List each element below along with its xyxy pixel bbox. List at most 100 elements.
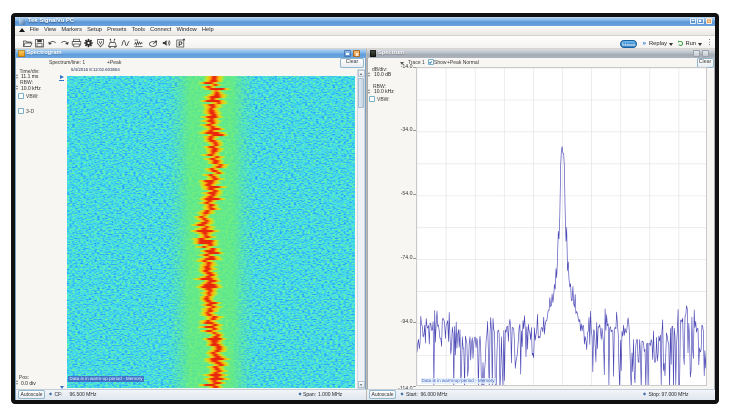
toolbar: P Tektronix » Replay Run (15, 36, 715, 49)
spectrum-autoscale-button[interactable]: Autoscale (369, 390, 396, 399)
spectrogram-window: Spectrogram Spectrum/line: 1 +Peak Clear… (15, 49, 366, 401)
spectrogram-clear-button[interactable]: Clear (340, 58, 364, 68)
spectrogram-plot[interactable]: Data is in warm-up period - Memory (67, 76, 356, 389)
sg-rbw-value[interactable]: 10.0 kHz (21, 86, 41, 92)
cf-marker-icon: ◆ (49, 392, 53, 396)
spectrogram-window-icon (18, 50, 25, 57)
audio-icon[interactable] (161, 38, 172, 48)
spectrum-maximize-button[interactable] (702, 50, 710, 57)
shield-icon[interactable] (95, 38, 106, 48)
cf-value[interactable]: 96.500 MHz (70, 392, 97, 399)
touch-icon[interactable] (148, 38, 159, 48)
spectrum-plot[interactable] (416, 67, 707, 387)
stop-label: Stop: (649, 392, 661, 399)
replay-button[interactable]: Replay (649, 40, 667, 48)
spectrogram-line-marker-icon[interactable] (60, 75, 64, 79)
threed-label: 3-D (26, 109, 34, 115)
spectrogram-autoscale-button[interactable]: Autoscale (18, 390, 45, 399)
scroll-down-icon[interactable]: ▼ (358, 381, 365, 388)
db-div-value[interactable]: 10.0 dB (374, 72, 391, 78)
y-axis-label: -54.0 (391, 191, 413, 197)
spectrogram-status-message: Data is in warm-up period - Memory (68, 376, 144, 382)
start-value[interactable]: 96.000 MHz (421, 392, 448, 399)
app-menu-icon[interactable] (19, 28, 25, 32)
spectrogram-timestamp: 5/4/2016 8:12:02.603654 (71, 67, 120, 72)
spectrum-titlebar[interactable]: Spectrum (367, 49, 715, 58)
scrollbar-thumb[interactable] (358, 78, 364, 108)
cf-label: CF: (55, 392, 63, 399)
menu-setup[interactable]: Setup (85, 26, 105, 35)
sp-rbw-value[interactable]: 10.0 kHz (374, 89, 394, 95)
span-value[interactable]: 1.000 MHz (318, 392, 342, 399)
spectrogram-detector-label: +Peak (107, 60, 121, 66)
y-axis-label: -74.0 (391, 255, 413, 261)
start-marker-icon: ◆ (401, 392, 405, 396)
sg-rbw-spinner-icon[interactable] (16, 85, 19, 90)
minimize-button[interactable] (690, 18, 697, 24)
replay-dropdown-icon[interactable] (669, 43, 673, 46)
redo-icon[interactable] (59, 38, 70, 48)
spectrogram-title: Spectrogram (27, 49, 62, 58)
spectrum-title: Spectrum (378, 49, 404, 58)
spectrum-statusbar: Autoscale ◆ Start: 96.000 MHz ◆ Stop: 97… (367, 389, 715, 400)
undo-icon[interactable] (47, 38, 58, 48)
toolbar-overflow-icon[interactable] (709, 39, 710, 40)
menu-file[interactable]: File (27, 26, 41, 35)
spectrogram-statusbar: Autoscale ◆ CF: 96.500 MHz ◆ Span: 1.000… (16, 389, 366, 400)
span-label: Span: (303, 392, 316, 399)
spectrogram-trace-info: Spectrum/line: 1 (49, 60, 85, 66)
menu-help[interactable]: Help (199, 26, 216, 35)
spectrum-window: Spectrum Trace 1 Show +Peak Normal Clear… (367, 49, 716, 401)
analyzer-icon[interactable] (107, 38, 118, 48)
close-button[interactable] (706, 18, 713, 24)
pos-value[interactable]: 0.0 div (21, 381, 36, 387)
save-icon[interactable] (34, 38, 45, 48)
run-button[interactable]: Run (686, 40, 697, 48)
spectrogram-close-button[interactable] (353, 50, 361, 57)
menubar: FileViewMarkersSetupPresetsToolsConnectW… (15, 26, 715, 36)
menu-view[interactable]: View (41, 26, 58, 35)
menu-window[interactable]: Window (174, 26, 199, 35)
screenshot-frame: Tek SignalVu PC FileViewMarkersSetupPres… (11, 13, 719, 404)
menu-items: FileViewMarkersSetupPresetsToolsConnectW… (27, 26, 216, 35)
marker-icon[interactable]: P (175, 38, 186, 48)
svg-text:P: P (178, 41, 183, 48)
menu-presets[interactable]: Presets (105, 26, 129, 35)
print-icon[interactable] (71, 38, 82, 48)
open-icon[interactable] (22, 38, 33, 48)
tektronix-logo: Tektronix (620, 40, 637, 48)
spectrum-detector-label: +Peak Normal (447, 60, 479, 66)
spectrum-restore-button[interactable] (693, 50, 701, 57)
run-dropdown-icon[interactable] (698, 43, 702, 46)
spectrogram-titlebar[interactable]: Spectrogram (16, 49, 366, 58)
menu-markers[interactable]: Markers (59, 26, 85, 35)
trace-math-icon[interactable] (133, 38, 144, 48)
time-div-spinner-icon[interactable] (16, 74, 19, 79)
start-label: Start: (406, 392, 418, 399)
sp-vbw-checkbox[interactable] (369, 96, 375, 102)
menu-tools[interactable]: Tools (129, 26, 147, 35)
maximize-button[interactable] (697, 18, 704, 24)
db-div-spinner-icon[interactable] (368, 72, 371, 77)
sp-rbw-spinner-icon[interactable] (368, 89, 371, 94)
mdi-area: Spectrogram Spectrum/line: 1 +Peak Clear… (15, 49, 715, 401)
spectrogram-restore-button[interactable] (344, 50, 352, 57)
app-icon (19, 19, 25, 25)
sp-vbw-label: VBW: (377, 97, 390, 103)
app-titlebar[interactable]: Tek SignalVu PC (15, 17, 715, 26)
menu-connect[interactable]: Connect (148, 26, 174, 35)
pos-spinner-icon[interactable] (16, 380, 19, 385)
y-axis-tick (413, 386, 416, 387)
settings-icon[interactable] (83, 38, 94, 48)
stop-marker-icon: ◆ (643, 392, 647, 396)
scroll-up-icon[interactable]: ▲ (358, 70, 365, 77)
show-checkbox[interactable] (428, 59, 434, 65)
screen: Tek SignalVu PC FileViewMarkersSetupPres… (0, 0, 729, 415)
stop-value[interactable]: 97.000 MHz (662, 392, 689, 399)
replay-icon: » (643, 41, 647, 47)
waveform-icon[interactable] (120, 38, 131, 48)
threed-checkbox[interactable] (18, 108, 24, 114)
spectrogram-scrollbar[interactable]: ▲ ▼ (357, 69, 365, 389)
sg-vbw-checkbox[interactable] (18, 93, 24, 99)
show-label: Show (434, 60, 447, 66)
